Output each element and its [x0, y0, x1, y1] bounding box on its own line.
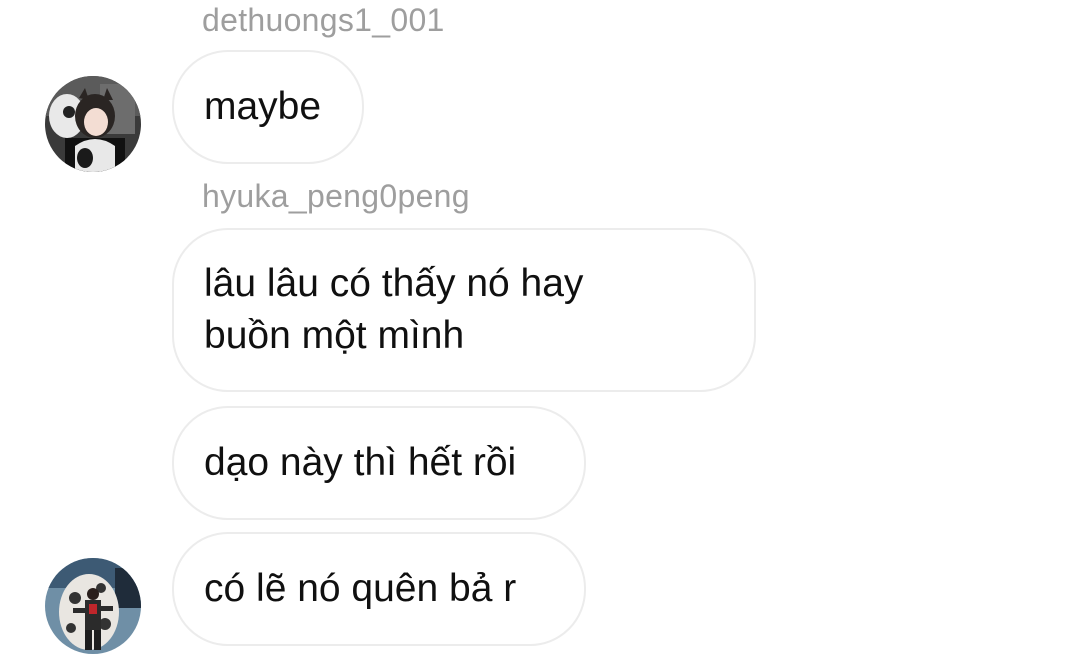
avatar-image: [45, 558, 141, 654]
sender-name: dethuongs1_001: [202, 2, 445, 38]
message-text: dạo này thì hết rồi: [204, 441, 517, 484]
message-bubble[interactable]: maybe: [172, 50, 364, 164]
message-bubble[interactable]: có lẽ nó quên bả r: [172, 532, 586, 646]
message-text: có lẽ nó quên bả r: [204, 567, 517, 610]
avatar[interactable]: [45, 558, 141, 654]
sender-name: hyuka_peng0peng: [202, 178, 470, 214]
avatar-image: [45, 76, 141, 172]
message-text: lâu lâu có thấy nó hay buồn một mình: [204, 262, 584, 357]
message-text: maybe: [204, 85, 322, 128]
message-bubble[interactable]: lâu lâu có thấy nó hay buồn một mình: [172, 228, 756, 392]
message-bubble[interactable]: dạo này thì hết rồi: [172, 406, 586, 520]
avatar[interactable]: [45, 76, 141, 172]
